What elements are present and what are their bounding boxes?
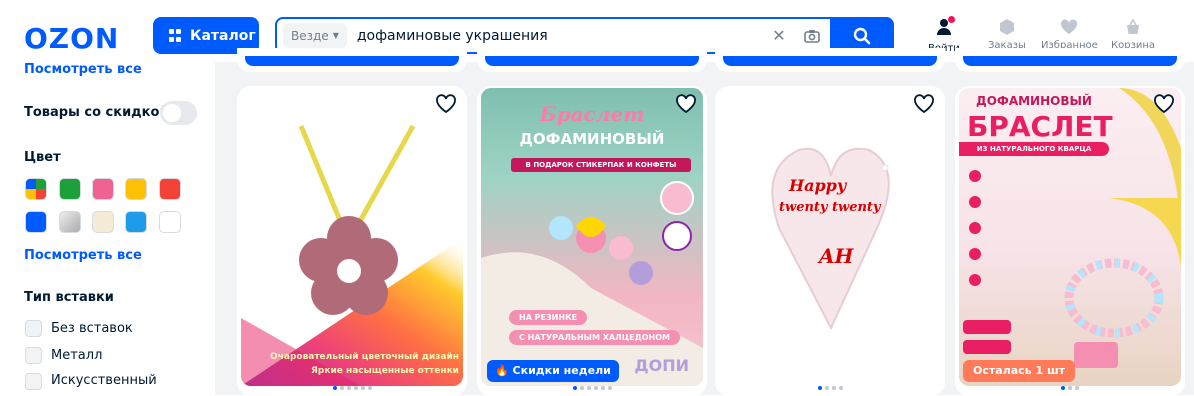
heart-icon bbox=[1061, 19, 1078, 34]
product-image[interactable]: Очаровательный цветочный дизайн Яркие на… bbox=[241, 88, 463, 386]
fire-icon: 🔥 bbox=[495, 364, 509, 377]
insert-option-label: Без вставок bbox=[51, 321, 133, 336]
search-scope-select[interactable]: Везде ▼ bbox=[283, 23, 347, 48]
image-subtitle: ИЗ НАТУРАЛЬНОГО КВАРЦА bbox=[959, 142, 1109, 156]
color-swatch-green[interactable] bbox=[59, 178, 81, 200]
image-pagination bbox=[477, 386, 707, 390]
see-all-colors-link[interactable]: Посмотреть все bbox=[24, 248, 142, 263]
color-swatch-red[interactable] bbox=[159, 178, 181, 200]
cart-icon bbox=[1127, 18, 1140, 34]
product-card-partial[interactable] bbox=[955, 48, 1185, 72]
user-icon bbox=[936, 16, 955, 39]
search-scope-label: Везде bbox=[291, 28, 329, 43]
favorite-heart-icon[interactable] bbox=[435, 94, 457, 114]
product-card-partial[interactable] bbox=[477, 48, 707, 72]
discount-filter-label: Товары со скидкой bbox=[24, 105, 169, 120]
insert-checkbox-artificial[interactable] bbox=[25, 373, 42, 390]
image-caption: Очаровательный цветочный дизайн bbox=[270, 352, 459, 362]
chevron-down-icon: ▼ bbox=[332, 31, 339, 40]
image-pagination bbox=[237, 386, 467, 390]
image-subtitle: В ПОДАРОК СТИКЕРПАК И КОНФЕТЫ bbox=[511, 158, 691, 172]
insert-checkbox-metal[interactable] bbox=[25, 347, 42, 364]
product-card[interactable]: Happy twenty twenty AH bbox=[715, 86, 945, 396]
brand-logo: ДОПИ bbox=[634, 356, 689, 375]
favorite-heart-icon[interactable] bbox=[675, 94, 697, 114]
color-swatch-blue[interactable] bbox=[25, 211, 47, 233]
catalog-label: Каталог bbox=[190, 27, 256, 44]
image-title: ДОФАМИНОВЫЙ bbox=[519, 130, 665, 148]
ozon-logo[interactable]: OZON bbox=[24, 22, 119, 55]
camera-icon[interactable] bbox=[794, 29, 830, 43]
color-swatch-light-blue[interactable] bbox=[125, 211, 147, 233]
grid-icon bbox=[169, 29, 182, 42]
product-image[interactable]: ДОФАМИНОВЫЙ БРАСЛЕТ ИЗ НАТУРАЛЬНОГО КВАР… bbox=[959, 88, 1181, 386]
product-card[interactable]: Браслет ДОФАМИНОВЫЙ В ПОДАРОК СТИКЕРПАК … bbox=[477, 86, 707, 396]
engraving-text: twenty twenty bbox=[779, 200, 881, 215]
insert-checkbox-none[interactable] bbox=[25, 320, 42, 337]
image-title: ДОФАМИНОВЫЙ bbox=[976, 94, 1092, 108]
nav-cart[interactable]: Корзина bbox=[1111, 18, 1155, 51]
nav-favorites[interactable]: Избранное bbox=[1041, 18, 1098, 51]
sale-badge-label: Скидки недели bbox=[512, 364, 611, 377]
color-swatch-white[interactable] bbox=[159, 211, 181, 233]
product-card-partial[interactable] bbox=[715, 48, 945, 72]
product-card[interactable]: ДОФАМИНОВЫЙ БРАСЛЕТ ИЗ НАТУРАЛЬНОГО КВАР… bbox=[955, 86, 1185, 396]
sale-badge: 🔥 Скидки недели bbox=[487, 360, 619, 382]
box-icon bbox=[999, 19, 1014, 35]
color-swatch-yellow[interactable] bbox=[125, 178, 147, 200]
color-swatch-pink[interactable] bbox=[92, 178, 114, 200]
color-swatch-beige[interactable] bbox=[92, 211, 114, 233]
see-all-link[interactable]: Посмотреть все bbox=[24, 62, 142, 77]
image-caption: Яркие насыщенные оттенки bbox=[310, 366, 459, 376]
color-swatch-multicolor[interactable] bbox=[25, 178, 47, 200]
nav-orders[interactable]: Заказы bbox=[988, 18, 1026, 51]
search-icon bbox=[853, 27, 871, 44]
product-card[interactable]: Очаровательный цветочный дизайн Яркие на… bbox=[237, 86, 467, 396]
search-input[interactable] bbox=[356, 27, 764, 44]
image-tag: НА РЕЗИНКЕ bbox=[509, 310, 588, 325]
product-image[interactable]: Браслет ДОФАМИНОВЫЙ В ПОДАРОК СТИКЕРПАК … bbox=[481, 88, 703, 386]
image-tag: С НАТУРАЛЬНЫМ ХАЛЦЕДОНОМ bbox=[509, 330, 680, 345]
insert-option-label: Металл bbox=[51, 348, 103, 363]
discount-toggle[interactable] bbox=[160, 101, 197, 125]
product-card-partial[interactable] bbox=[237, 48, 467, 72]
insert-type-title: Тип вставки bbox=[24, 290, 114, 305]
insert-option-label: Искусственный bbox=[51, 373, 157, 388]
image-title: Браслет bbox=[539, 102, 645, 126]
engraving-text: AH bbox=[819, 244, 854, 268]
engraving-text: Happy bbox=[789, 176, 847, 195]
color-filter-title: Цвет bbox=[24, 150, 61, 165]
favorite-heart-icon[interactable] bbox=[913, 94, 935, 114]
image-title: БРАСЛЕТ bbox=[967, 110, 1113, 143]
clear-icon[interactable]: ✕ bbox=[764, 26, 794, 45]
stock-badge: Осталась 1 шт bbox=[963, 360, 1075, 382]
image-pagination bbox=[955, 386, 1185, 390]
image-pagination bbox=[715, 386, 945, 390]
product-image[interactable]: Happy twenty twenty AH bbox=[719, 88, 941, 386]
favorite-heart-icon[interactable] bbox=[1153, 94, 1175, 114]
color-swatch-silver[interactable] bbox=[59, 211, 81, 233]
